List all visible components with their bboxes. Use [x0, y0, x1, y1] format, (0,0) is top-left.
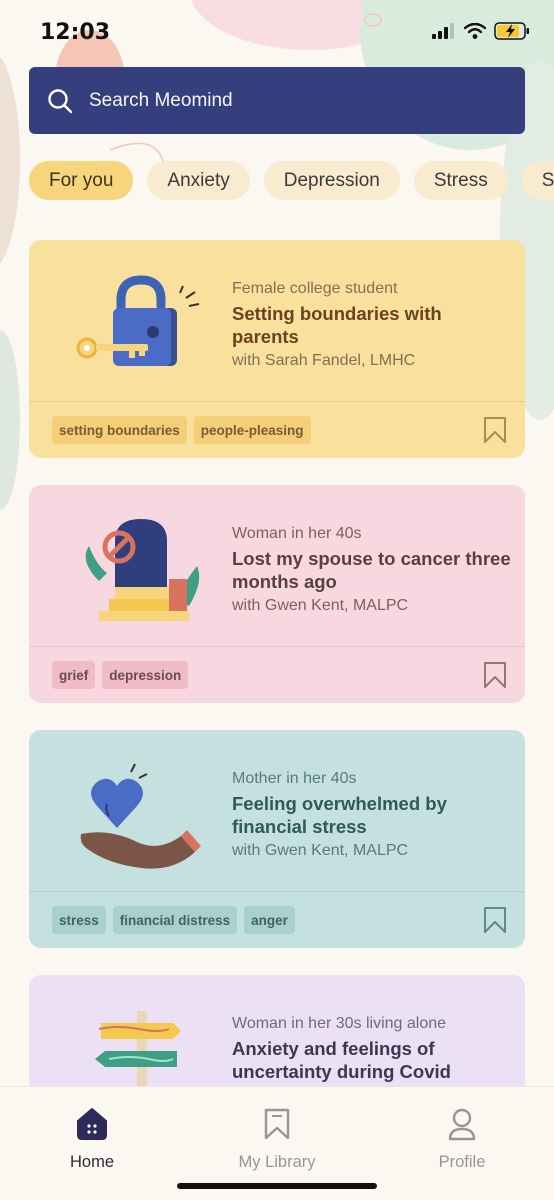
story-card-boundaries[interactable]: Female college student Setting boundarie…	[29, 240, 525, 458]
profile-icon	[448, 1108, 476, 1141]
tag[interactable]: stress	[52, 906, 106, 934]
category-chips: For you Anxiety Depression Stress S	[29, 161, 554, 201]
home-icon	[77, 1108, 107, 1140]
tag[interactable]: anger	[244, 906, 295, 934]
card-title: Lost my spouse to cancer three months ag…	[232, 548, 511, 592]
tab-my-library[interactable]: My Library	[185, 1087, 369, 1187]
chip-for-you[interactable]: For you	[29, 161, 134, 200]
bookmark-icon[interactable]	[483, 661, 507, 689]
tab-library-label: My Library	[238, 1153, 316, 1171]
status-time: 12:03	[40, 20, 111, 45]
card-title: Feeling overwhelmed by financial stress	[232, 793, 447, 837]
card-subtitle: Woman in her 40s	[232, 525, 362, 542]
story-card-grief[interactable]: Woman in her 40s Lost my spouse to cance…	[29, 485, 525, 703]
bookmark-icon	[264, 1108, 290, 1140]
home-indicator	[177, 1183, 377, 1189]
card-title: Anxiety and feelings of uncertainty duri…	[232, 1038, 451, 1082]
card-title: Setting boundaries with parents	[232, 303, 442, 347]
search-input[interactable]	[89, 89, 469, 112]
card-therapist: with Gwen Kent, MALPC	[232, 842, 409, 859]
chip-more[interactable]: S	[521, 161, 554, 200]
padlock-key-illustration	[76, 275, 200, 366]
search-bar[interactable]	[29, 67, 525, 134]
status-bar: 12:03	[0, 0, 554, 64]
chip-anxiety[interactable]: Anxiety	[147, 161, 250, 200]
battery-charging-icon	[494, 22, 529, 40]
tag[interactable]: setting boundaries	[52, 416, 187, 444]
hand-holding-heart-illustration	[80, 763, 201, 869]
tag[interactable]: people-pleasing	[193, 416, 311, 444]
card-therapist: with Gwen Kent, MALPC	[232, 597, 409, 614]
card-subtitle: Female college student	[232, 280, 398, 297]
tab-profile-label: Profile	[438, 1153, 486, 1171]
bookmark-icon[interactable]	[483, 906, 507, 934]
tag[interactable]: financial distress	[112, 906, 238, 934]
chip-depression[interactable]: Depression	[263, 161, 400, 200]
gravestone-illustration	[85, 519, 200, 621]
wifi-icon	[464, 23, 486, 39]
tag[interactable]: grief	[52, 661, 96, 689]
card-subtitle: Woman in her 30s living alone	[232, 1015, 447, 1032]
bookmark-icon[interactable]	[483, 416, 507, 444]
tab-home[interactable]: Home	[0, 1087, 184, 1187]
story-card-financial-stress[interactable]: Mother in her 40s Feeling overwhelmed by…	[29, 730, 525, 948]
tab-profile[interactable]: Profile	[370, 1087, 554, 1187]
search-icon	[48, 88, 73, 113]
signal-icon	[432, 23, 454, 39]
tag[interactable]: depression	[102, 661, 189, 689]
card-therapist: with Sarah Fandel, LMHC	[232, 352, 416, 369]
chip-stress[interactable]: Stress	[413, 161, 508, 200]
card-subtitle: Mother in her 40s	[232, 770, 357, 787]
tab-home-label: Home	[69, 1153, 114, 1171]
